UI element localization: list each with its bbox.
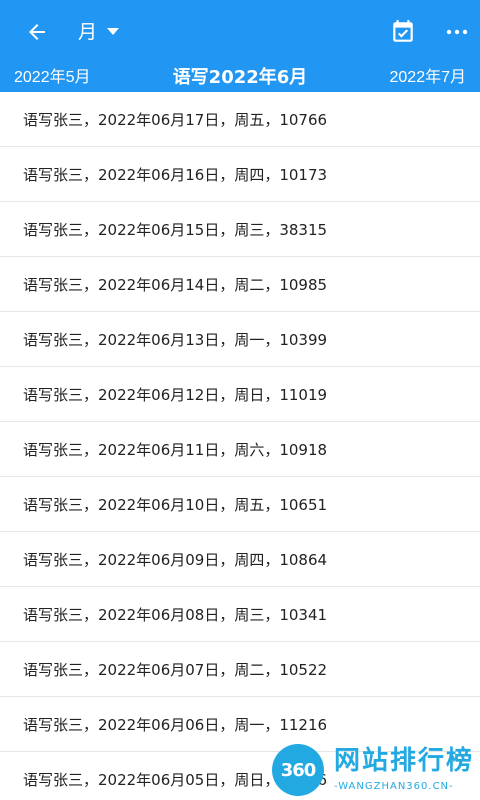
list-item[interactable]: 语写张三，2022年06月10日，周五，10651 — [0, 477, 480, 532]
more-horizontal-icon — [446, 29, 468, 35]
back-button[interactable] — [20, 16, 54, 48]
next-month-link[interactable]: 2022年7月 — [390, 67, 467, 89]
list-item[interactable]: 语写张三，2022年06月11日，周六，10918 — [0, 422, 480, 477]
entry-list[interactable]: 语写张三，2022年06月17日，周五，10766 语写张三，2022年06月1… — [0, 92, 480, 800]
watermark-number: 360 — [280, 759, 317, 781]
list-item[interactable]: 语写张三，2022年06月15日，周三，38315 — [0, 202, 480, 257]
arrow-left-icon — [29, 24, 45, 40]
caret-down-icon — [107, 28, 120, 35]
calendar-button[interactable] — [386, 16, 420, 48]
watermark-badge: 360 — [272, 744, 324, 796]
list-item[interactable]: 语写张三，2022年06月12日，周日，11019 — [0, 367, 480, 422]
more-options-button[interactable] — [440, 16, 474, 48]
previous-month-link[interactable]: 2022年5月 — [14, 67, 91, 89]
list-item[interactable]: 语写张三，2022年06月14日，周二，10985 — [0, 257, 480, 312]
view-mode-dropdown[interactable]: 月 — [78, 18, 120, 46]
list-item[interactable]: 语写张三，2022年06月07日，周二，10522 — [0, 642, 480, 697]
list-item[interactable]: 语写张三，2022年06月16日，周四，10173 — [0, 147, 480, 202]
calendar-check-icon — [393, 20, 413, 42]
watermark-title: 网站排行榜 — [334, 746, 475, 776]
list-item[interactable]: 语写张三，2022年06月13日，周一，10399 — [0, 312, 480, 367]
month-navigation: 语写2022年6月 2022年5月 2022年7月 — [0, 64, 480, 92]
watermark-subtitle: -WANGZHAN360.CN- — [334, 781, 454, 792]
app-bar: 月 — [0, 0, 480, 64]
list-item[interactable]: 语写张三，2022年06月09日，周四，10864 — [0, 532, 480, 587]
list-item[interactable]: 语写张三，2022年06月17日，周五，10766 — [0, 92, 480, 147]
view-mode-label: 月 — [78, 21, 98, 43]
watermark-logo: 360 网站排行榜 -WANGZHAN360.CN- — [268, 740, 480, 800]
list-item[interactable]: 语写张三，2022年06月08日，周三，10341 — [0, 587, 480, 642]
